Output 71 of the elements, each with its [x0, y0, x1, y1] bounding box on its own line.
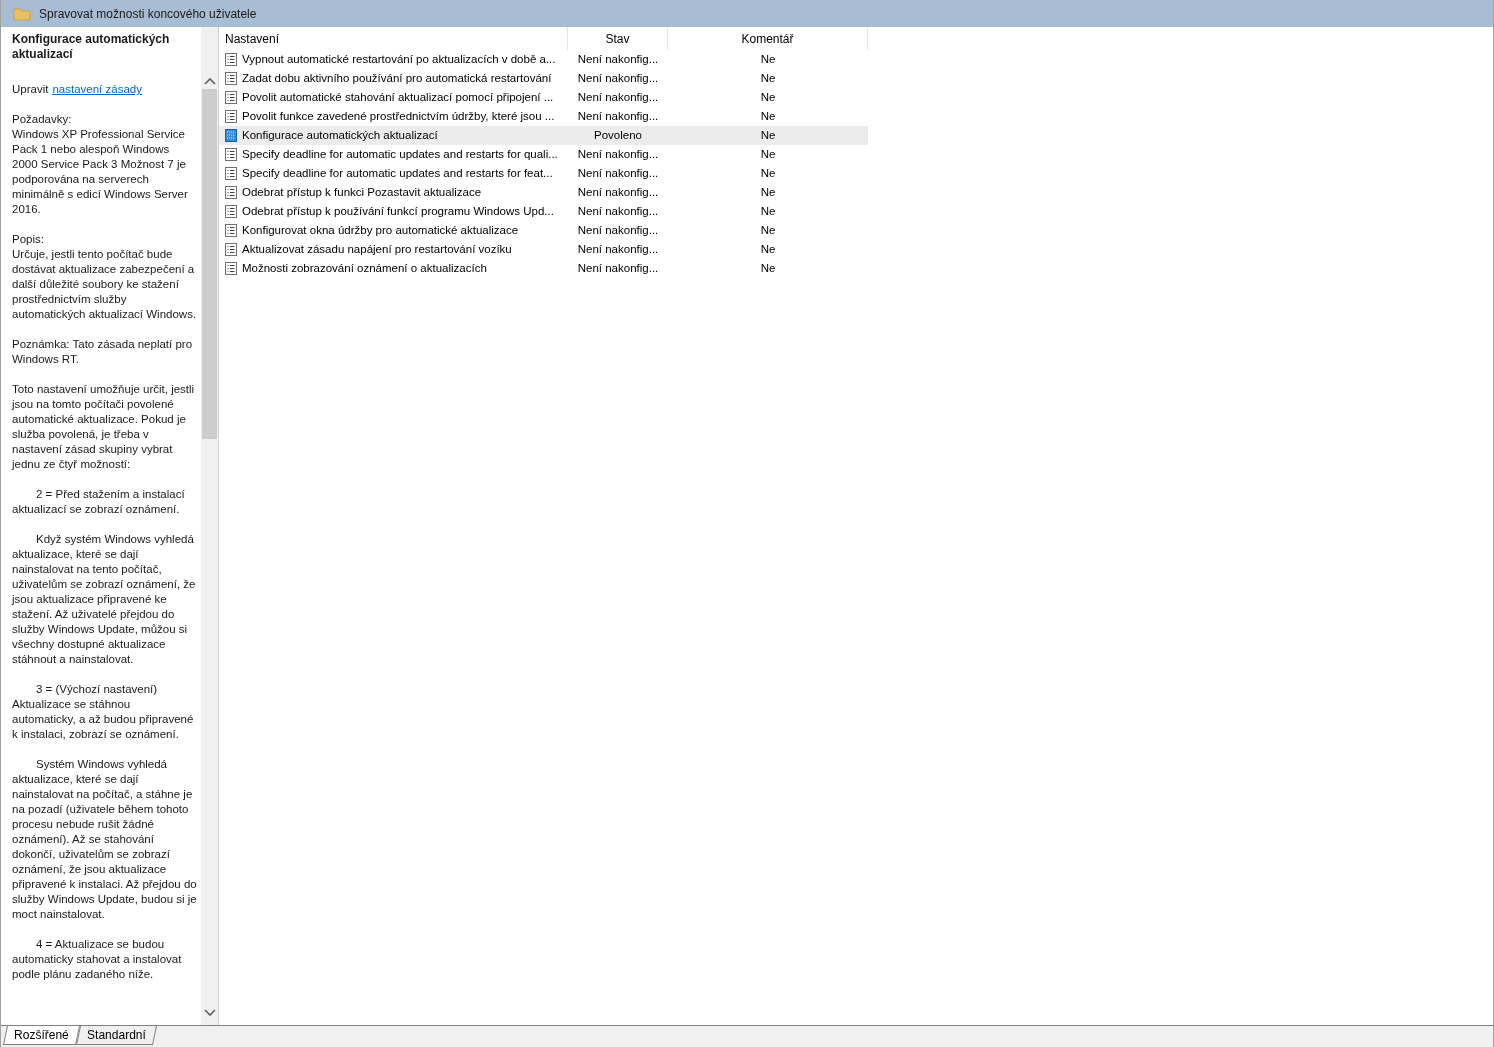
view-tab[interactable]: Standardní [75, 1026, 157, 1045]
description-paragraph: Požadavky: Windows XP Professional Service Pack 1 nebo alespoň Windows 2000 Service Pack 3 Možnost 7 je podporována na serverech minimálně s edicí Windows Server 2016. [12, 112, 189, 217]
setting-row[interactable]: Konfigurace automatických aktualizací Povoleno Ne [219, 126, 868, 145]
description-paragraph: Toto nastavení umožňuje určit, jestli jsou na tomto počítači povolené automatické aktualizace. Pokud je služba povolená, je třeba v nastavení zásad skupiny vybrat jednu ze čtyř možností: [12, 382, 196, 472]
setting-row[interactable]: Konfigurovat okna údržby pro automatické aktualizace Není nakonfig... Ne [219, 221, 868, 240]
setting-row[interactable]: Vypnout automatické restartování po aktualizacích v době a... Není nakonfig... Ne [219, 50, 868, 69]
setting-row[interactable]: Zadat dobu aktivního používání pro automatická restartování Není nakonfig... Ne [219, 69, 868, 88]
view-tab[interactable]: Rozšířené [3, 1026, 80, 1045]
setting-row[interactable]: Odebrat přístup k funkci Pozastavit aktualizace Není nakonfig... Ne [219, 183, 868, 202]
setting-name: Odebrat přístup k funkci Pozastavit aktualizace [242, 184, 482, 200]
setting-comment: Ne [760, 203, 776, 219]
setting-name: Zadat dobu aktivního používání pro automatická restartování [242, 70, 552, 86]
policy-settings-link[interactable]: nastavení zásady [52, 82, 142, 97]
setting-row[interactable]: Odebrat přístup k používání funkcí programu Windows Upd... Není nakonfig... Ne [219, 202, 868, 221]
description-paragraph: Systém Windows vyhledá aktualizace, které se dají nainstalovat na počítač, a stáhne je na pozadí (uživatele během tohoto procesu nebude rušit žádné oznámení). Až se stahování dokončí, uživatelům se zobrazí oznámení, že jsou aktualizace připravené k instalaci. Až přejdou do služby Windows Update, budou si je moct nainstalovat. [12, 757, 198, 922]
window-title: Spravovat možnosti koncového uživatele [39, 5, 257, 23]
setting-row[interactable]: Povolit automatické stahování aktualizací pomocí připojení ... Není nakonfig... Ne [219, 88, 868, 107]
setting-state: Není nakonfig... [577, 184, 659, 200]
setting-state: Není nakonfig... [577, 108, 659, 124]
setting-state: Není nakonfig... [577, 241, 659, 257]
scroll-down-icon[interactable] [203, 1009, 216, 1017]
setting-comment: Ne [760, 108, 776, 124]
setting-state: Povoleno [594, 127, 642, 143]
setting-comment: Ne [760, 184, 776, 200]
setting-state: Není nakonfig... [577, 203, 659, 219]
setting-name: Konfigurace automatických aktualizací [242, 127, 438, 143]
setting-row[interactable]: Povolit funkce zavedené prostřednictvím údržby, které jsou ... Není nakonfig... Ne [219, 107, 868, 126]
setting-state: Není nakonfig... [577, 146, 659, 162]
description-paragraph: 2 = Před stažením a instalací aktualizací se zobrazí oznámení. [12, 487, 186, 517]
setting-row[interactable]: Specify deadline for automatic updates and restarts for feat... Není nakonfig... Ne [219, 164, 868, 183]
description-paragraph: Poznámka: Tato zásada neplatí pro Windows RT. [12, 337, 194, 367]
setting-name: Specify deadline for automatic updates and restarts for feat... [242, 165, 553, 181]
setting-name: Povolit funkce zavedené prostřednictvím údržby, které jsou ... [242, 108, 555, 124]
description-paragraph: Popis: Určuje, jestli tento počítač bude dostávat aktualizace zabezpečení a další důležité soubory ke stažení prostřednictvím služby automatických aktualizací Windows. [12, 232, 198, 322]
setting-comment: Ne [760, 165, 776, 181]
setting-row[interactable]: Specify deadline for automatic updates and restarts for quali... Není nakonfig... Ne [219, 145, 868, 164]
setting-row[interactable]: Možnosti zobrazování oznámení o aktualizacích Není nakonfig... Ne [219, 259, 868, 278]
setting-comment: Ne [760, 127, 776, 143]
setting-comment: Ne [760, 260, 776, 276]
scrollbar[interactable] [201, 27, 218, 1025]
edit-label: Upravit [12, 82, 49, 97]
setting-name: Povolit automatické stahování aktualizací pomocí připojení ... [242, 89, 554, 105]
column-header[interactable]: Komentář [668, 27, 868, 50]
setting-comment: Ne [760, 89, 776, 105]
setting-name: Aktualizovat zásadu napájení pro restartování vozíku [242, 241, 512, 257]
scroll-thumb[interactable] [202, 89, 218, 439]
setting-name: Odebrat přístup k používání funkcí programu Windows Upd... [242, 203, 554, 219]
description-paragraph: 4 = Aktualizace se budou automaticky stahovat a instalovat podle plánu zadaného níže. [12, 937, 183, 982]
setting-comment: Ne [760, 51, 776, 67]
scroll-up-icon[interactable] [203, 77, 216, 85]
policy-title: Konfigurace automatických aktualizací [12, 32, 171, 62]
setting-comment: Ne [760, 222, 776, 238]
setting-state: Není nakonfig... [577, 260, 659, 276]
setting-comment: Ne [760, 146, 776, 162]
setting-state: Není nakonfig... [577, 89, 659, 105]
setting-name: Možnosti zobrazování oznámení o aktualizacích [242, 260, 487, 276]
setting-state: Není nakonfig... [577, 51, 659, 67]
setting-name: Vypnout automatické restartování po aktualizacích v době a... [242, 51, 556, 67]
setting-state: Není nakonfig... [577, 165, 659, 181]
setting-name: Konfigurovat okna údržby pro automatické aktualizace [242, 222, 519, 238]
folder-icon [13, 6, 31, 21]
description-paragraph: 3 = (Výchozí nastavení) Aktualizace se stáhnou automaticky, a až budou připravené k instalaci, zobrazí se oznámení. [12, 682, 195, 742]
column-header[interactable]: Stav [568, 27, 668, 50]
setting-state: Není nakonfig... [577, 222, 659, 238]
setting-row[interactable]: Aktualizovat zásadu napájení pro restartování vozíku Není nakonfig... Ne [219, 240, 868, 259]
description-paragraph: Když systém Windows vyhledá aktualizace, které se dají nainstalovat na tento počítač, uživatelům se zobrazí oznámení, že jsou aktualizace připravené ke stažení. Až uživatelé přejdou do služby Windows Update, můžou si všechny dostupné aktualizace stáhnout a nainstalovat. [12, 532, 197, 667]
setting-comment: Ne [760, 241, 776, 257]
column-header[interactable]: Nastavení [219, 27, 568, 50]
setting-comment: Ne [760, 70, 776, 86]
setting-state: Není nakonfig... [577, 70, 659, 86]
setting-name: Specify deadline for automatic updates and restarts for quali... [242, 146, 558, 162]
